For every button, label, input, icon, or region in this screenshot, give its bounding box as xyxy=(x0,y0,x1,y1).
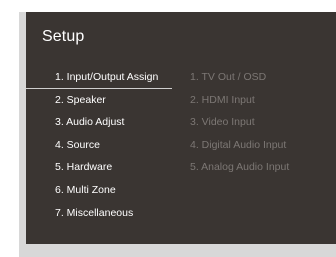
selection-underline xyxy=(26,88,172,89)
menu-item-audio-adjust[interactable]: 3. Audio Adjust xyxy=(26,111,186,134)
sub-menu: 1. TV Out / OSD 2. HDMI Input 3. Video I… xyxy=(190,66,289,179)
submenu-item-hdmi-input[interactable]: 2. HDMI Input xyxy=(190,89,289,112)
main-menu: 1. Input/Output Assign 2. Speaker 3. Aud… xyxy=(26,66,186,224)
menu-item-hardware[interactable]: 5. Hardware xyxy=(26,156,186,179)
submenu-item-digital-audio-input[interactable]: 4. Digital Audio Input xyxy=(190,134,289,157)
menu-item-source[interactable]: 4. Source xyxy=(26,134,186,157)
menu-item-multi-zone[interactable]: 6. Multi Zone xyxy=(26,179,186,202)
menu-item-input-output-assign[interactable]: 1. Input/Output Assign xyxy=(26,66,186,89)
menu-item-speaker[interactable]: 2. Speaker xyxy=(26,89,186,112)
submenu-item-video-input[interactable]: 3. Video Input xyxy=(190,111,289,134)
page-title: Setup xyxy=(42,28,85,45)
submenu-item-tv-out-osd[interactable]: 1. TV Out / OSD xyxy=(190,66,289,89)
submenu-item-analog-audio-input[interactable]: 5. Analog Audio Input xyxy=(190,156,289,179)
setup-screen: Setup 1. Input/Output Assign 2. Speaker … xyxy=(26,12,336,244)
menu-item-miscellaneous[interactable]: 7. Miscellaneous xyxy=(26,202,186,225)
